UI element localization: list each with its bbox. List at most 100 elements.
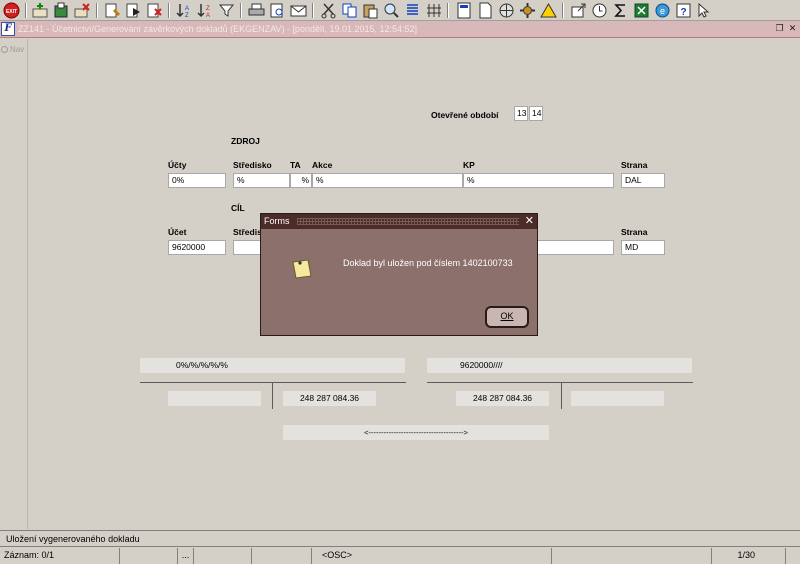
nav-button[interactable]: Nav [1,45,24,54]
strana-label: Strana [621,160,648,170]
divider [140,382,406,383]
divider [561,382,562,409]
status-cell [552,548,712,564]
paste-icon[interactable] [362,2,379,19]
ok-button[interactable]: OK [485,306,529,328]
forms-app-icon[interactable]: F [1,22,15,36]
cut-icon[interactable] [320,2,337,19]
stredisko-label: Středisko [233,160,272,170]
restore-icon[interactable]: ❐ [774,23,785,34]
status-cell [252,548,312,564]
window-title-bar: F ZZ141 - Účetnictví/Generování závěrkov… [0,21,800,38]
status-ellipsis: ... [178,548,194,564]
target-kp-field[interactable] [529,240,614,255]
kp-label: KP [463,160,475,170]
status-message: Uložení vygenerovaného dokladu [6,534,140,544]
list-icon[interactable] [404,2,421,19]
forms-dialog: Forms ✕ Doklad byl uložen pod číslem 140… [260,213,538,336]
query-icon[interactable] [104,2,121,19]
execute-query-icon[interactable] [125,2,142,19]
ucet-label: Účet [168,227,187,237]
dialog-title-bar[interactable]: Forms ✕ [261,214,537,229]
document-icon[interactable] [477,2,494,19]
stredisko-field[interactable]: % [233,173,290,188]
sum-icon[interactable] [612,2,629,19]
excel-icon[interactable] [633,2,650,19]
record-counter: Záznam: 0/1 [0,548,120,564]
delete-record-icon[interactable] [74,2,91,19]
calculator-icon[interactable] [456,2,473,19]
export-icon[interactable] [570,2,587,19]
period-from-field[interactable]: 13 [514,106,528,121]
target-stredisko-label: Středis [233,227,262,237]
status-cell [194,548,252,564]
title-pattern [297,218,519,225]
close-window-icon[interactable]: ✕ [787,23,798,34]
status-cell [120,548,178,564]
radio-icon [1,46,8,53]
strana-field[interactable]: DAL [621,173,665,188]
target-strana-label: Strana [621,227,648,237]
filter-icon[interactable] [218,2,235,19]
dialog-title: Forms [264,216,290,226]
target-strana-field[interactable]: MD [621,240,665,255]
sort-desc-icon[interactable]: ZA [197,2,214,19]
find-icon[interactable] [383,2,400,19]
divider [427,382,693,383]
period-label: Otevřené období [431,110,499,120]
source-total-amount: 248 287 084.36 [283,391,376,406]
cancel-query-icon[interactable] [146,2,163,19]
page-counter: 1/30 [712,548,786,564]
svg-text:A: A [185,6,189,12]
window-title: ZZ141 - Účetnictví/Generování závěrkovýc… [18,24,418,34]
svg-text:Z: Z [185,13,189,19]
target-mask: 9620000//// [427,358,692,373]
divider [272,382,273,409]
insert-record-icon[interactable] [32,2,49,19]
ta-field[interactable]: % [290,173,312,188]
nav-label: Nav [10,45,25,54]
ta-label: TA [290,160,301,170]
target-stredisko-field[interactable] [233,240,263,255]
svg-text:e: e [660,6,665,16]
save-record-icon[interactable] [53,2,70,19]
ucty-label: Účty [168,160,187,170]
period-to-field[interactable]: 14 [529,106,543,121]
exit-icon[interactable]: EXIT [3,2,20,19]
ucet-field[interactable]: 9620000 [168,240,226,255]
akce-field[interactable]: % [312,173,463,188]
help-arrow-icon[interactable] [696,2,713,19]
settings-icon[interactable] [519,2,536,19]
print-icon[interactable] [248,2,265,19]
sort-asc-icon[interactable]: AZ [176,2,193,19]
clock-icon[interactable] [591,2,608,19]
warning-icon[interactable] [540,2,557,19]
akce-label: Akce [312,160,333,170]
mail-icon[interactable] [290,2,307,19]
navigation-column: Nav [0,39,28,529]
status-bar: Záznam: 0/1 ... <OSC> 1/30 [0,546,800,564]
print-preview-icon[interactable] [269,2,286,19]
globe-icon[interactable] [498,2,515,19]
ucty-field[interactable]: 0% [168,173,226,188]
target-total-amount: 248 287 084.36 [456,391,549,406]
source-total-empty [168,391,261,406]
help-icon[interactable]: ? [675,2,692,19]
source-mask: 0%/%/%/%/% [140,358,405,373]
toolbar: EXIT AZ ZA e ? [0,0,800,21]
direction-arrow: <--------------------------------------> [283,425,549,440]
copy-icon[interactable] [341,2,358,19]
kp-field[interactable]: % [463,173,614,188]
columns-icon[interactable] [425,2,442,19]
close-icon[interactable]: ✕ [525,214,534,229]
target-heading: CÍL [231,203,245,213]
svg-text:Z: Z [206,6,210,12]
browser-icon[interactable]: e [654,2,671,19]
note-icon [291,258,313,280]
dialog-message: Doklad byl uložen pod číslem 1402100733 [343,258,513,268]
message-bar: Uložení vygenerovaného dokladu [0,530,800,546]
svg-text:?: ? [680,7,686,18]
target-total-empty [571,391,664,406]
source-heading: ZDROJ [231,136,260,146]
exit-label: EXIT [6,9,17,15]
